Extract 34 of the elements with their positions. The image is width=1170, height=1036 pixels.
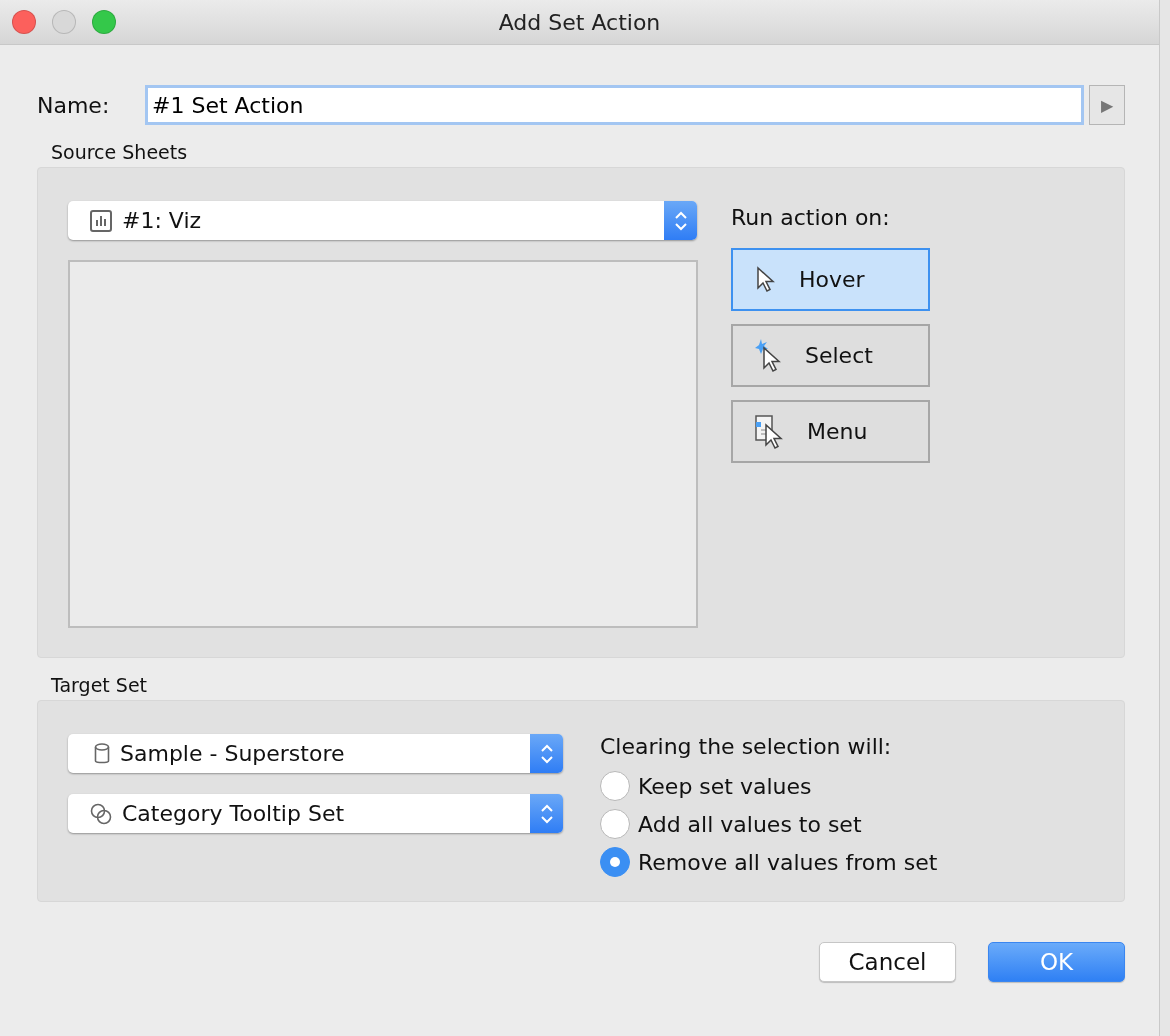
run-action-button[interactable]: Hover	[731, 248, 930, 311]
section-heading: Target Set	[51, 674, 148, 696]
close-button[interactable]	[12, 10, 36, 34]
cancel-button[interactable]: Cancel	[819, 942, 956, 982]
radio-option[interactable]: Keep set values	[600, 767, 938, 805]
database-icon	[94, 742, 110, 765]
run-action-button[interactable]: Menu	[731, 400, 930, 463]
dropdown-select[interactable]: Category Tooltip Set	[68, 794, 563, 833]
dropdown-value: #1: Viz	[122, 208, 203, 233]
zoom-button[interactable]	[92, 10, 116, 34]
run-action-label: Run action on:	[731, 205, 891, 230]
sheet-list[interactable]	[68, 260, 698, 628]
window-title: Add Set Action	[498, 9, 661, 35]
dropdown-select[interactable]: #1: Viz	[68, 201, 697, 240]
run-action-button[interactable]: Select	[731, 324, 930, 387]
minimize-button[interactable]	[52, 10, 76, 34]
click-cursor-icon	[755, 338, 781, 373]
dropdown-value: Category Tooltip Set	[122, 801, 346, 826]
section-heading: Source Sheets	[51, 141, 188, 163]
radio-button[interactable]	[600, 771, 630, 801]
name-field[interactable]: #1 Set Action	[145, 85, 1084, 125]
name-label: Name:	[37, 92, 111, 118]
bar-chart-icon	[90, 209, 112, 232]
radio-button[interactable]	[600, 809, 630, 839]
dropdown-value: Sample - Superstore	[120, 741, 346, 766]
expand-button[interactable]: ▶	[1089, 85, 1125, 125]
overlapping-circles-icon	[90, 802, 112, 825]
clearing-label: Clearing the selection will:	[600, 734, 893, 759]
dropdown-select[interactable]: Sample - Superstore	[68, 734, 563, 773]
radio-button[interactable]	[600, 847, 630, 877]
radio-option[interactable]: Remove all values from set	[600, 843, 938, 881]
radio-option[interactable]: Add all values to set	[600, 805, 938, 843]
cursor-icon	[755, 265, 775, 294]
menu-cursor-icon	[755, 414, 783, 449]
